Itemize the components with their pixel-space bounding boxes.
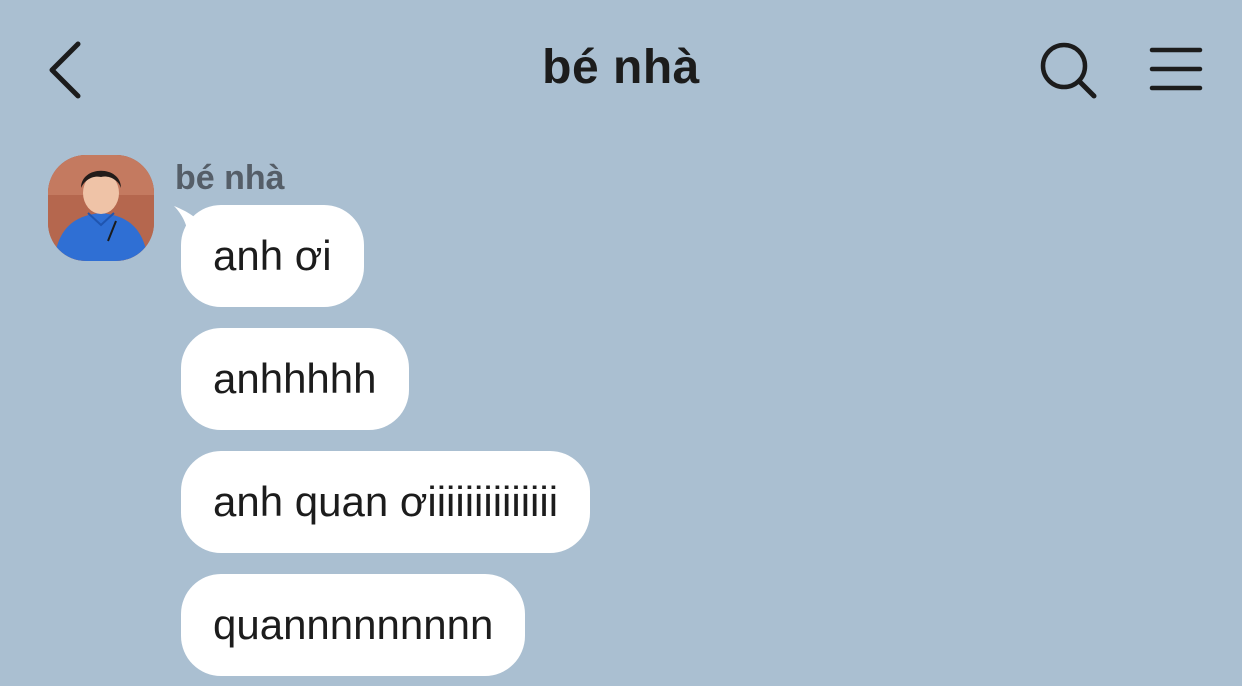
menu-button[interactable] [1148,44,1206,96]
message-bubble[interactable]: quannnnnnnnn [181,574,526,676]
message-bubble[interactable]: anh ơi [181,205,364,307]
chat-header: bé nhà [0,0,1242,140]
profile-photo [48,155,154,261]
search-icon [1040,42,1097,99]
search-button[interactable] [1038,40,1100,102]
sender-name: bé nhà [175,159,285,197]
message-bubble[interactable]: anhhhhh [181,328,409,430]
avatar[interactable] [48,155,154,261]
hamburger-menu-icon [1149,47,1203,91]
message-bubble[interactable]: anh quan ơiiiiiiiiiiiiii [181,451,591,553]
